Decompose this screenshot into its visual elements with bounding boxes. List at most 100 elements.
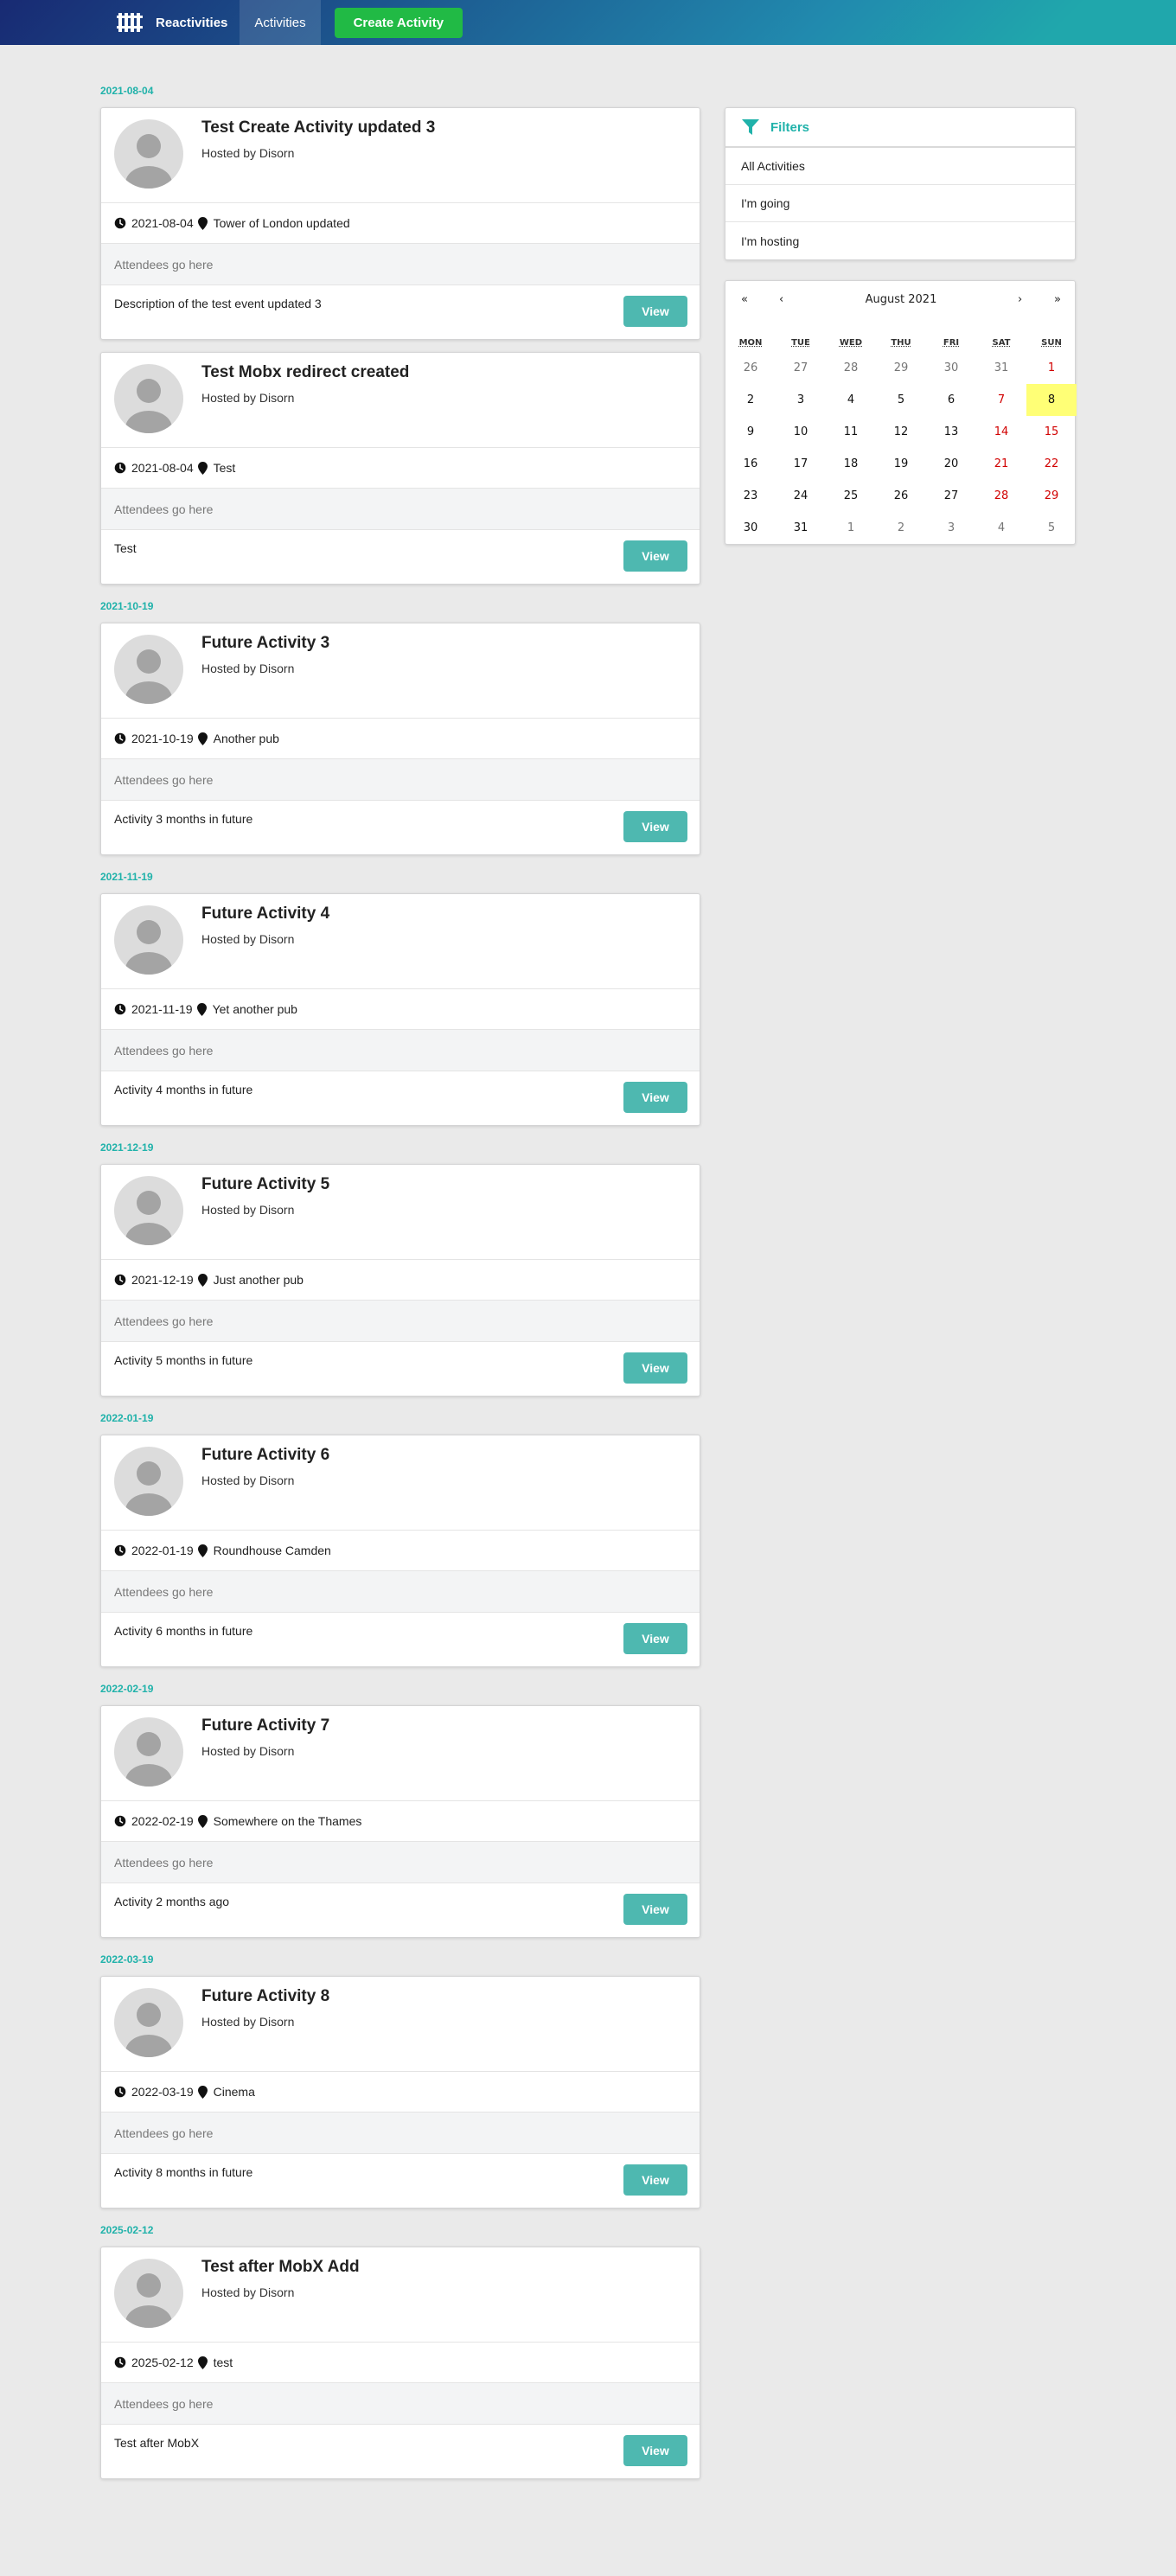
calendar-day[interactable]: 30 — [725, 512, 776, 544]
calendar-day[interactable]: 11 — [826, 416, 876, 448]
calendar-day[interactable]: 17 — [776, 448, 826, 480]
activity-title[interactable]: Future Activity 5 — [201, 1175, 329, 1194]
activity-title[interactable]: Future Activity 4 — [201, 904, 329, 924]
brand-link[interactable]: Reactivities — [112, 0, 240, 45]
calendar-day[interactable]: 16 — [725, 448, 776, 480]
calendar-day[interactable]: 22 — [1026, 448, 1077, 480]
activity-host: Hosted by Disorn — [201, 662, 295, 675]
filter-icon — [742, 119, 759, 135]
calendar-day[interactable]: 2 — [876, 512, 926, 544]
calendar-day[interactable]: 1 — [1026, 352, 1077, 384]
calendar-day[interactable]: 14 — [976, 416, 1026, 448]
activity-venue: test — [213, 2355, 233, 2369]
clock-icon — [114, 217, 126, 229]
nav-item-activities[interactable]: Activities — [240, 0, 321, 45]
calendar-day[interactable]: 25 — [826, 480, 876, 512]
filter-im-hosting[interactable]: I'm hosting — [725, 222, 1075, 259]
activity-title[interactable]: Future Activity 8 — [201, 1987, 329, 2006]
view-button[interactable]: View — [623, 296, 687, 327]
calendar-next-year-button[interactable]: » — [1054, 293, 1061, 306]
calendar-day[interactable]: 26 — [725, 352, 776, 384]
calendar-day[interactable]: 30 — [926, 352, 976, 384]
calendar-day[interactable]: 24 — [776, 480, 826, 512]
calendar-month-label[interactable]: August 2021 — [725, 293, 1077, 306]
calendar-weekday: SAT — [992, 337, 1011, 348]
activity-title[interactable]: Future Activity 6 — [201, 1446, 329, 1465]
activity-venue: Roundhouse Camden — [213, 1544, 331, 1557]
calendar-day[interactable]: 9 — [725, 416, 776, 448]
calendar-day[interactable]: 28 — [976, 480, 1026, 512]
view-button[interactable]: View — [623, 2164, 687, 2196]
calendar-day[interactable]: 4 — [826, 384, 876, 416]
activity-meta: 2021-08-04 Test — [101, 448, 700, 489]
calendar-day[interactable]: 13 — [926, 416, 976, 448]
calendar-week-row: 26 27 28 29 30 31 1 — [725, 352, 1077, 384]
activity-title[interactable]: Future Activity 7 — [201, 1716, 329, 1735]
activity-card: Test Mobx redirect created Hosted by Diso… — [100, 352, 700, 585]
calendar-day[interactable]: 1 — [826, 512, 876, 544]
filter-all-activities[interactable]: All Activities — [725, 148, 1075, 185]
calendar-day[interactable]: 12 — [876, 416, 926, 448]
calendar-day[interactable]: 5 — [876, 384, 926, 416]
activity-attendees: Attendees go here — [101, 1571, 700, 1613]
create-activity-button[interactable]: Create Activity — [334, 7, 463, 38]
activity-card: Future Activity 6 Hosted by Disorn 2022-01… — [100, 1435, 700, 1667]
calendar-day[interactable]: 2 — [725, 384, 776, 416]
calendar-day[interactable]: 23 — [725, 480, 776, 512]
calendar-day[interactable]: 4 — [976, 512, 1026, 544]
calendar-navigation: « ‹ August 2021 › » — [725, 281, 1075, 319]
calendar-day[interactable]: 15 — [1026, 416, 1077, 448]
activity-date: 2021-08-04 — [131, 461, 194, 475]
view-button[interactable]: View — [623, 1082, 687, 1113]
calendar-day[interactable]: 20 — [926, 448, 976, 480]
calendar-day[interactable]: 27 — [776, 352, 826, 384]
view-button[interactable]: View — [623, 1894, 687, 1925]
calendar-day[interactable]: 27 — [926, 480, 976, 512]
view-button[interactable]: View — [623, 1352, 687, 1384]
activity-description: Activity 5 months in future — [114, 1353, 253, 1367]
calendar-day[interactable]: 5 — [1026, 512, 1077, 544]
host-avatar — [114, 905, 183, 975]
activity-date: 2021-12-19 — [131, 1273, 194, 1287]
calendar-day[interactable]: 21 — [976, 448, 1026, 480]
calendar-day[interactable]: 3 — [926, 512, 976, 544]
activity-title[interactable]: Future Activity 3 — [201, 634, 329, 653]
calendar-day[interactable]: 29 — [1026, 480, 1077, 512]
calendar-day[interactable]: 31 — [976, 352, 1026, 384]
host-avatar — [114, 1988, 183, 2057]
view-button[interactable]: View — [623, 1623, 687, 1654]
activity-card-header: Test after MobX Add Hosted by Disorn — [101, 2247, 700, 2343]
activity-card-header: Future Activity 6 Hosted by Disorn — [101, 1435, 700, 1531]
activity-description: Activity 8 months in future — [114, 2165, 253, 2179]
calendar-day[interactable]: 7 — [976, 384, 1026, 416]
view-button[interactable]: View — [623, 2435, 687, 2466]
activity-list: 2021-08-04 Test Create Activity updated 3… — [100, 81, 700, 2491]
calendar-next-month-button[interactable]: › — [1018, 293, 1022, 306]
calendar-day[interactable]: 6 — [926, 384, 976, 416]
calendar-weekday: MON — [738, 337, 763, 348]
activity-title[interactable]: Test after MobX Add — [201, 2258, 360, 2277]
calendar-day[interactable]: 3 — [776, 384, 826, 416]
calendar-day[interactable]: 19 — [876, 448, 926, 480]
calendar-day[interactable]: 29 — [876, 352, 926, 384]
calendar-weekday: TUE — [791, 337, 810, 348]
calendar-day[interactable]: 18 — [826, 448, 876, 480]
map-marker-icon — [197, 461, 208, 475]
calendar-weekday: THU — [891, 337, 911, 348]
calendar-day[interactable]: 31 — [776, 512, 826, 544]
activity-title[interactable]: Test Mobx redirect created — [201, 363, 409, 382]
calendar-day-today[interactable]: 8 — [1026, 384, 1077, 416]
view-button[interactable]: View — [623, 811, 687, 842]
activity-attendees: Attendees go here — [101, 2383, 700, 2425]
activity-description-row: Activity 6 months in future View — [101, 1613, 700, 1666]
calendar-day[interactable]: 28 — [826, 352, 876, 384]
view-button[interactable]: View — [623, 540, 687, 572]
filter-im-going[interactable]: I'm going — [725, 185, 1075, 222]
calendar-day[interactable]: 26 — [876, 480, 926, 512]
activity-date: 2021-08-04 — [131, 216, 194, 230]
activity-title[interactable]: Test Create Activity updated 3 — [201, 118, 435, 137]
calendar-day[interactable]: 10 — [776, 416, 826, 448]
calendar-grid: MON TUE WED THU FRI SAT SUN 26 27 28 29 30 31 1 2 3 4 5 6 7… — [725, 333, 1077, 544]
map-marker-icon — [197, 732, 208, 745]
activity-attendees: Attendees go here — [101, 1030, 700, 1071]
